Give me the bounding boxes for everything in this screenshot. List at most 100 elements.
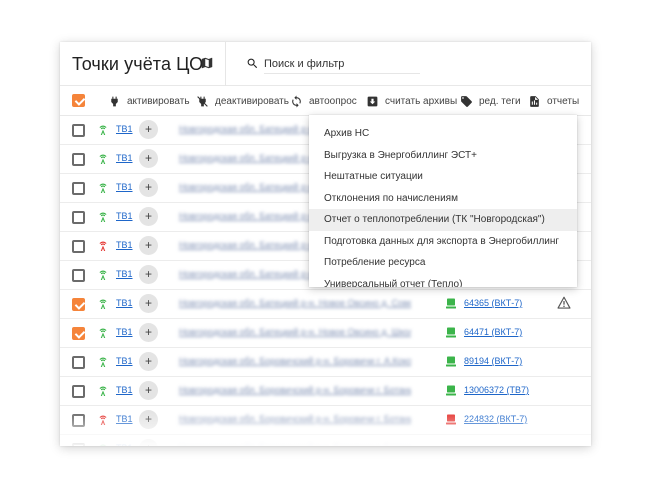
table-row[interactable]: ТВ1 + Новгородская обл. Батецкий р-н. Ново… — [60, 290, 591, 319]
row-checkbox[interactable] — [72, 327, 85, 340]
report-menu-item[interactable]: Архив НС — [309, 123, 577, 145]
table-row[interactable]: ТВ1 + Новгородская обл. Батецкий р-н. Ново… — [60, 319, 591, 348]
activate-label: активировать — [127, 95, 190, 107]
address-link[interactable]: Новгородская обл. Боровичский р-н. Боров… — [179, 385, 411, 397]
autopoll-label: автоопрос — [309, 95, 357, 107]
row-checkbox[interactable] — [72, 443, 85, 446]
meter-device-icon — [446, 327, 456, 338]
meter-device-icon — [446, 414, 456, 425]
antenna-icon — [99, 270, 107, 280]
add-button[interactable]: + — [139, 120, 158, 139]
reports-dropdown-menu: Архив НС Выгрузка в Энергобиллинг ЭСТ+ Неш… — [309, 115, 577, 287]
reports-label: отчеты — [547, 95, 580, 107]
action-toolbar: активировать деактивировать автоопрос сч… — [60, 86, 591, 116]
autopoll-button[interactable]: автоопрос — [290, 86, 357, 116]
row-checkbox[interactable] — [72, 240, 85, 253]
report-menu-item[interactable]: Подготовка данных для экспорта в Энергоб… — [309, 231, 577, 253]
download-archive-icon — [367, 96, 378, 106]
heat-input-link[interactable]: ТВ1 — [116, 153, 133, 163]
add-button[interactable]: + — [139, 410, 158, 429]
antenna-icon — [99, 241, 107, 251]
add-button[interactable]: + — [139, 236, 158, 255]
meter-link[interactable]: 64471 (ВКТ-7) — [464, 327, 522, 337]
add-button[interactable]: + — [139, 323, 158, 342]
report-icon — [530, 95, 539, 107]
address-link[interactable]: Новгородская обл. Боровичский р-н. Боров… — [179, 356, 411, 368]
activate-button[interactable]: активировать — [108, 86, 190, 116]
antenna-icon — [99, 183, 107, 193]
report-menu-item[interactable]: Отчет о теплопотреблении (ТК "Новгородск… — [309, 209, 577, 231]
heat-input-link[interactable]: ТВ1 — [116, 385, 133, 395]
deactivate-label: деактивировать — [215, 95, 289, 107]
heat-input-link[interactable]: ТВ1 — [116, 211, 133, 221]
meter-link[interactable]: 89194 (ВКТ-7) — [464, 356, 522, 366]
heat-input-link[interactable]: ТВ1 — [116, 327, 133, 337]
antenna-icon — [99, 444, 107, 446]
row-checkbox[interactable] — [72, 269, 85, 282]
plug-off-icon — [197, 95, 208, 107]
meter-link[interactable]: 13006372 (ТВ7) — [464, 385, 529, 395]
meter-link[interactable]: 224832 (ВКТ-7) — [464, 414, 527, 424]
address-link[interactable]: Новгородская обл. Боровичский р-н. Боров… — [179, 443, 411, 446]
row-checkbox[interactable] — [72, 414, 85, 427]
add-button[interactable]: + — [139, 294, 158, 313]
report-menu-item[interactable]: Потребление ресурса — [309, 252, 577, 274]
panel-header: Точки учёта ЦО — [60, 42, 591, 86]
plug-icon — [111, 96, 118, 106]
table-row[interactable]: ТВ1 + Новгородская обл. Боровичский р-н. Б… — [60, 406, 591, 435]
add-button[interactable]: + — [139, 178, 158, 197]
heat-input-link[interactable]: ТВ1 — [116, 182, 133, 192]
table-row[interactable]: ТВ1 + Новгородская обл. Боровичский р-н. Б… — [60, 435, 591, 446]
add-button[interactable]: + — [139, 149, 158, 168]
row-checkbox[interactable] — [72, 124, 85, 137]
heat-input-link[interactable]: ТВ1 — [116, 269, 133, 279]
antenna-icon — [99, 357, 107, 367]
address-link[interactable]: Новгородская обл. Батецкий р-н. Новое Ов… — [179, 327, 411, 339]
header-divider — [225, 42, 226, 86]
address-link[interactable]: Новгородская обл. Батецкий р-н. Новое Ов… — [179, 298, 411, 310]
meter-device-icon — [446, 298, 456, 309]
row-checkbox[interactable] — [72, 356, 85, 369]
add-button[interactable]: + — [139, 265, 158, 284]
report-menu-item[interactable]: Отклонения по начислениям — [309, 188, 577, 210]
row-checkbox[interactable] — [72, 385, 85, 398]
warning-icon[interactable] — [557, 296, 571, 309]
add-button[interactable]: + — [139, 439, 158, 446]
meter-link[interactable]: 64365 (ВКТ-7) — [464, 298, 522, 308]
antenna-icon — [99, 299, 107, 309]
row-checkbox[interactable] — [72, 153, 85, 166]
add-button[interactable]: + — [139, 352, 158, 371]
row-checkbox[interactable] — [72, 298, 85, 311]
heat-input-link[interactable]: ТВ1 — [116, 356, 133, 366]
tag-icon — [461, 95, 472, 107]
read-archives-button[interactable]: считать архивы — [366, 86, 457, 116]
select-all-checkbox-box[interactable] — [72, 94, 85, 107]
deactivate-button[interactable]: деактивировать — [196, 86, 289, 116]
heat-input-link[interactable]: ТВ1 — [116, 443, 133, 446]
reports-button[interactable]: отчеты — [528, 86, 579, 116]
meter-device-icon — [446, 356, 456, 367]
edit-tags-button[interactable]: ред. теги — [460, 86, 521, 116]
search-input[interactable] — [264, 54, 420, 74]
heat-input-link[interactable]: ТВ1 — [116, 124, 133, 134]
map-icon[interactable] — [200, 56, 214, 70]
heat-input-link[interactable]: ТВ1 — [116, 298, 133, 308]
add-button[interactable]: + — [139, 207, 158, 226]
report-menu-item[interactable]: Нештатные ситуации — [309, 166, 577, 188]
row-checkbox[interactable] — [72, 211, 85, 224]
table-row[interactable]: ТВ1 + Новгородская обл. Боровичский р-н. Б… — [60, 348, 591, 377]
address-link[interactable]: Новгородская обл. Боровичский р-н. Боров… — [179, 414, 411, 426]
add-button[interactable]: + — [139, 381, 158, 400]
antenna-icon — [99, 386, 107, 396]
meter-device-icon — [446, 385, 456, 396]
heat-input-link[interactable]: ТВ1 — [116, 414, 133, 424]
sync-icon — [292, 95, 301, 107]
heat-input-link[interactable]: ТВ1 — [116, 240, 133, 250]
page-title: Точки учёта ЦО — [72, 54, 204, 74]
report-menu-item[interactable]: Универсальный отчет (Тепло) — [309, 274, 577, 288]
table-row[interactable]: ТВ1 + Новгородская обл. Боровичский р-н. Б… — [60, 377, 591, 406]
report-menu-item[interactable]: Выгрузка в Энергобиллинг ЭСТ+ — [309, 145, 577, 167]
select-all-checkbox[interactable] — [72, 94, 85, 107]
row-checkbox[interactable] — [72, 182, 85, 195]
antenna-icon — [99, 415, 107, 425]
